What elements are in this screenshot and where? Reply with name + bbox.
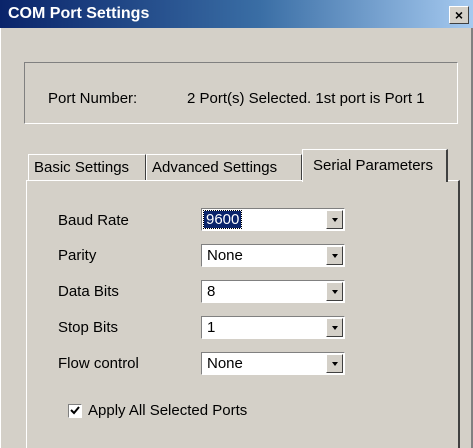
parity-label: Parity (58, 247, 97, 264)
flow-control-value: None (207, 355, 243, 372)
chevron-down-icon[interactable] (326, 318, 343, 337)
tab-basic-settings[interactable]: Basic Settings (28, 154, 146, 180)
stop-bits-select[interactable]: 1 (201, 316, 345, 339)
parity-select[interactable]: None (201, 244, 345, 267)
port-number-label: Port Number: (48, 90, 138, 107)
close-button[interactable]: × (449, 6, 469, 24)
flow-control-select[interactable]: None (201, 352, 345, 375)
chevron-down-icon[interactable] (326, 210, 343, 229)
chevron-down-icon[interactable] (326, 354, 343, 373)
baud-rate-value: 9600 (202, 210, 243, 229)
checkmark-icon (70, 406, 80, 415)
data-bits-select[interactable]: 8 (201, 280, 345, 303)
baud-rate-select[interactable]: 9600 (201, 208, 345, 231)
parity-value: None (207, 247, 243, 264)
tab-label: Basic Settings (34, 159, 130, 176)
apply-all-checkbox[interactable] (68, 404, 82, 418)
port-number-value: 2 Port(s) Selected. 1st port is Port 1 (187, 90, 425, 107)
stop-bits-value: 1 (207, 319, 216, 336)
window-title: COM Port Settings (8, 5, 150, 22)
apply-all-label[interactable]: Apply All Selected Ports (88, 402, 247, 419)
stop-bits-label: Stop Bits (58, 319, 119, 336)
title-bar: COM Port Settings × (0, 0, 473, 28)
tab-serial-parameters[interactable]: Serial Parameters (302, 149, 448, 182)
tab-advanced-settings[interactable]: Advanced Settings (146, 154, 302, 180)
flow-control-label: Flow control (58, 355, 139, 372)
tab-label: Advanced Settings (152, 159, 278, 176)
chevron-down-icon[interactable] (326, 246, 343, 265)
port-number-panel: Port Number: 2 Port(s) Selected. 1st por… (24, 62, 458, 124)
chevron-down-icon[interactable] (326, 282, 343, 301)
window-border-left (0, 28, 1, 448)
baud-rate-label: Baud Rate (58, 212, 129, 229)
tab-label: Serial Parameters (313, 157, 434, 174)
data-bits-label: Data Bits (58, 283, 119, 300)
close-icon: × (454, 7, 464, 23)
data-bits-value: 8 (207, 283, 216, 300)
